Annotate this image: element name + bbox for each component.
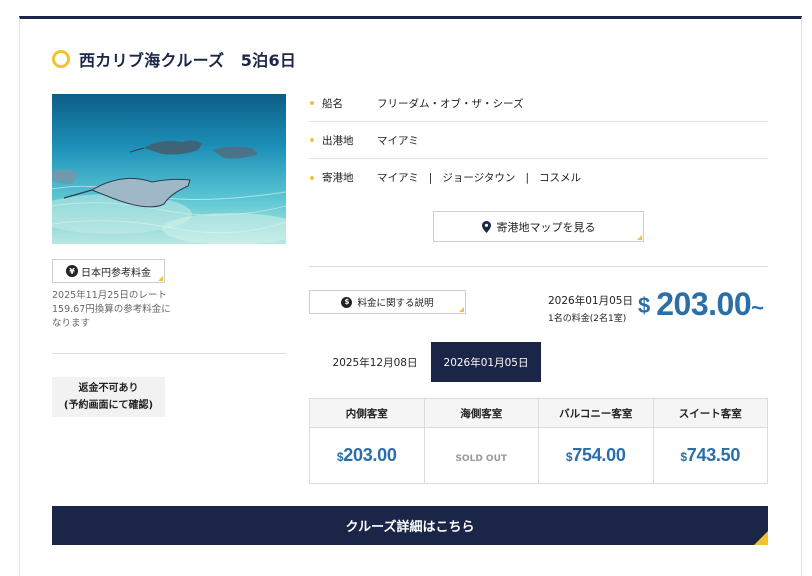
departure-value: マイアミ <box>377 134 419 147</box>
cabin-cell[interactable]: $743.50 <box>652 427 768 484</box>
port-name: ジョージタウン <box>442 172 516 184</box>
date-tab[interactable]: 2025年12月08日 <box>320 342 430 382</box>
cabin-cell[interactable]: $203.00 <box>309 427 425 484</box>
table-header-row: 内側客室 海側客室 バルコニー客室 スイート客室 <box>309 398 768 428</box>
cruise-title-row: 西カリブ海クルーズ 5泊6日 <box>52 48 296 70</box>
ports-label: 寄港地 <box>322 172 354 184</box>
circle-icon <box>52 50 70 68</box>
port-name: コスメル <box>538 172 581 184</box>
cabin-header: 海側客室 <box>423 398 539 428</box>
cabin-price: $203.00 <box>337 445 397 465</box>
fee-explanation-label: 料金に関する説明 <box>357 298 434 309</box>
price-currency: $ <box>638 293 651 318</box>
refund-line: 返金不可あり <box>78 383 139 394</box>
corner-accent <box>637 235 642 240</box>
price-suffix: ~ <box>751 295 764 320</box>
departure-label: 出港地 <box>322 134 354 147</box>
ship-label: 船名 <box>322 97 343 110</box>
refund-line: (予約画面にて確認) <box>63 400 154 411</box>
rate-note-line: なります <box>52 318 91 329</box>
cabin-header: バルコニー客室 <box>538 398 654 428</box>
yen-icon: ¥ <box>66 265 78 277</box>
price-date: 2026年01月05日 <box>548 295 633 307</box>
bullet-icon <box>310 175 314 180</box>
divider <box>52 353 286 354</box>
corner-accent <box>158 276 163 281</box>
yen-reference-label: 日本円参考料金 <box>81 267 151 279</box>
cabin-price: $743.50 <box>680 445 740 465</box>
cabin-price-table: 内側客室 海側客室 バルコニー客室 スイート客室 $203.00 SOLD OU… <box>309 398 768 484</box>
refund-notice: 返金不可あり (予約画面にて確認) <box>52 377 165 417</box>
divider <box>309 266 768 267</box>
cruise-title: 西カリブ海クルーズ 5泊6日 <box>79 51 297 70</box>
cabin-price-value: 754.00 <box>572 445 626 465</box>
cabin-price-value: 743.50 <box>686 445 741 465</box>
info-row-ports: 寄港地 マイアミ | ジョージタウン | コスメル <box>309 159 768 196</box>
table-row: $203.00 SOLD OUT $754.00 $743.50 <box>309 427 768 484</box>
cruise-detail-label: クルーズ詳細はこちら <box>345 520 475 535</box>
port-name: マイアミ <box>377 172 419 184</box>
corner-accent <box>754 531 768 545</box>
cabin-header: スイート客室 <box>652 398 768 428</box>
rate-note-line: 159.67円換算の参考料金に <box>52 304 171 315</box>
cabin-cell: SOLD OUT <box>423 427 539 484</box>
yen-reference-button[interactable]: ¥ 日本円参考料金 <box>52 259 165 283</box>
port-separator: | <box>428 171 433 184</box>
bullet-icon <box>310 101 314 105</box>
price-amount: 203.00 <box>656 286 752 322</box>
rate-note-line: 2025年11月25日のレート <box>52 290 167 301</box>
rate-note: 2025年11月25日のレート 159.67円換算の参考料金に なります <box>52 289 182 331</box>
fee-explanation-button[interactable]: $ 料金に関する説明 <box>309 290 466 314</box>
cruise-photo <box>52 94 286 244</box>
port-separator: | <box>525 171 529 184</box>
date-tab-active[interactable]: 2026年01月05日 <box>431 342 541 382</box>
cruise-detail-button[interactable]: クルーズ詳細はこちら <box>52 506 768 545</box>
cabin-price: $754.00 <box>566 445 626 465</box>
dollar-icon: $ <box>341 296 353 308</box>
port-map-label: 寄港地マップを見る <box>496 220 596 234</box>
sold-out-label: SOLD OUT <box>455 454 508 464</box>
cabin-price-value: 203.00 <box>343 445 397 465</box>
ship-value: フリーダム・オブ・ザ・シーズ <box>377 97 524 110</box>
price-note: 1名の料金(2名1室) <box>548 314 627 324</box>
cabin-header: 内側客室 <box>309 398 425 428</box>
cabin-cell[interactable]: $754.00 <box>538 427 654 484</box>
price-main: $203.00~ <box>638 286 764 323</box>
port-map-button[interactable]: 寄港地マップを見る <box>433 211 644 242</box>
bullet-icon <box>310 138 314 142</box>
info-row-ship: 船名 フリーダム・オブ・ザ・シーズ <box>309 85 768 122</box>
map-pin-icon <box>481 220 491 233</box>
corner-accent <box>459 307 464 312</box>
info-row-departure: 出港地 マイアミ <box>309 122 768 159</box>
